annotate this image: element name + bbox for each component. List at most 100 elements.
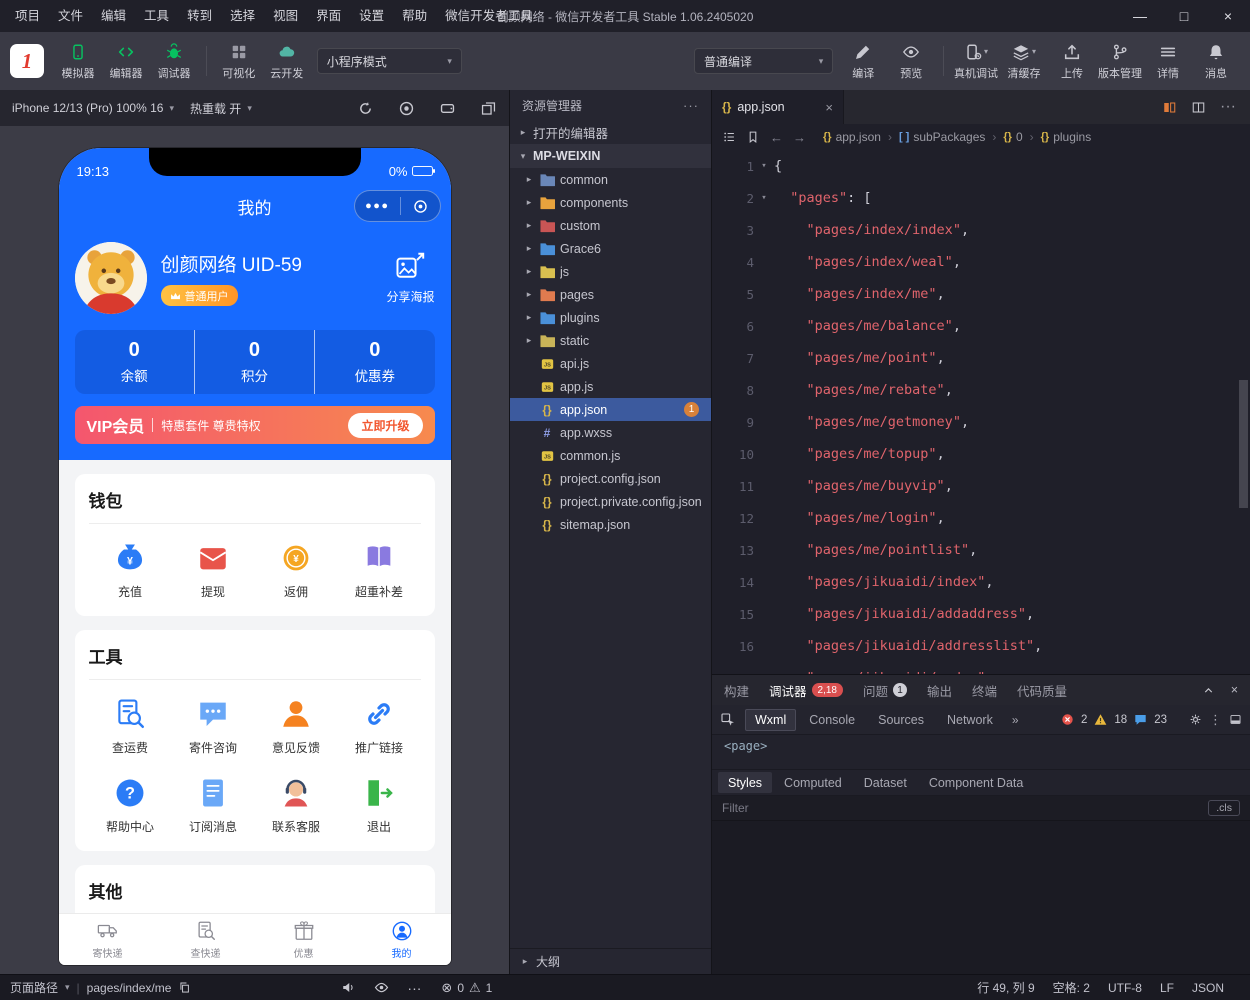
fold-icon[interactable]: ▾ bbox=[754, 193, 774, 203]
inspect-element-icon[interactable] bbox=[720, 712, 736, 728]
tree-item-components[interactable]: ▸components bbox=[510, 191, 711, 214]
tree-item-custom[interactable]: ▸custom bbox=[510, 214, 711, 237]
code-line[interactable]: 15 "pages/jikuaidi/addaddress", bbox=[712, 598, 1250, 630]
tree-item-static[interactable]: ▸static bbox=[510, 329, 711, 352]
code-line[interactable]: 12 "pages/me/login", bbox=[712, 502, 1250, 534]
app-grid-item[interactable]: 推广链接 bbox=[338, 697, 421, 756]
split-editor-icon[interactable] bbox=[1191, 100, 1206, 115]
hot-reload-select[interactable]: 热重载 开▾ bbox=[190, 100, 252, 117]
language-mode[interactable]: JSON bbox=[1192, 981, 1224, 995]
styles-filter-input[interactable] bbox=[722, 801, 1198, 815]
stat-item[interactable]: 0积分 bbox=[194, 330, 314, 394]
styles-tab[interactable]: Styles bbox=[718, 772, 772, 793]
capsule-menu[interactable]: ●●● bbox=[354, 190, 441, 222]
project-root[interactable]: ▾ MP-WEIXIN bbox=[510, 144, 711, 168]
devtools-settings-icon[interactable] bbox=[1189, 713, 1202, 726]
tabbar-item[interactable]: 我的 bbox=[353, 914, 451, 965]
code-line[interactable]: 16 "pages/jikuaidi/addresslist", bbox=[712, 630, 1250, 662]
app-grid-item[interactable]: ¥返佣 bbox=[255, 541, 338, 600]
app-grid-item[interactable]: 查运费 bbox=[89, 697, 172, 756]
menubar-item-3[interactable]: 工具 bbox=[135, 0, 178, 32]
editor-scrollbar[interactable] bbox=[1239, 380, 1248, 508]
fold-icon[interactable]: ▾ bbox=[754, 161, 774, 171]
toolbar-compile-button[interactable]: 编译 bbox=[839, 42, 887, 81]
toolbar-layers-button[interactable]: ▾清缓存 bbox=[1000, 42, 1048, 81]
stat-item[interactable]: 0余额 bbox=[75, 330, 194, 394]
menubar-item-10[interactable]: 微信开发者工具 bbox=[436, 0, 542, 32]
tree-item-sitemap.json[interactable]: {}sitemap.json bbox=[510, 513, 711, 536]
editor-tab-app-json[interactable]: {} app.json × bbox=[712, 90, 844, 124]
explorer-more-icon[interactable]: ··· bbox=[683, 98, 699, 113]
more-tabs-icon[interactable]: » bbox=[1006, 713, 1025, 727]
menubar-item-0[interactable]: 项目 bbox=[6, 0, 49, 32]
breadcrumb-item[interactable]: {}app.json bbox=[823, 130, 881, 144]
problems-summary[interactable]: ⊗ 0 ⚠ 1 bbox=[441, 980, 492, 996]
message-count-icon[interactable] bbox=[1134, 713, 1147, 726]
toolbar-bell-button[interactable]: 消息 bbox=[1192, 42, 1240, 81]
code-line[interactable]: 13 "pages/me/pointlist", bbox=[712, 534, 1250, 566]
app-grid-item[interactable]: 提现 bbox=[172, 541, 255, 600]
app-logo[interactable]: 1 bbox=[10, 44, 44, 78]
outline-list-icon[interactable] bbox=[722, 130, 736, 144]
code-line[interactable]: 11 "pages/me/buyvip", bbox=[712, 470, 1250, 502]
app-grid-item[interactable]: ?帮助中心 bbox=[89, 776, 172, 835]
code-line[interactable]: 4 "pages/index/weal", bbox=[712, 246, 1250, 278]
rotate-device-icon[interactable] bbox=[439, 100, 456, 117]
eol-setting[interactable]: LF bbox=[1160, 981, 1174, 995]
minimize-button[interactable]: — bbox=[1118, 0, 1162, 32]
opened-editors-section[interactable]: ▸ 打开的编辑器 bbox=[510, 120, 711, 144]
back-icon[interactable]: ← bbox=[770, 130, 783, 145]
outline-section[interactable]: ▸ 大纲 bbox=[510, 948, 711, 974]
preview-eye-icon[interactable] bbox=[374, 980, 389, 995]
app-grid-item[interactable]: 寄件咨询 bbox=[172, 697, 255, 756]
copy-path-icon[interactable] bbox=[178, 981, 191, 994]
close-tab-icon[interactable]: × bbox=[825, 100, 833, 115]
toolbar-realdebug-button[interactable]: ▾真机调试 bbox=[952, 42, 1000, 81]
detach-window-icon[interactable] bbox=[480, 100, 497, 117]
cls-toggle-button[interactable]: .cls bbox=[1208, 800, 1240, 816]
tree-item-app.json[interactable]: {}app.json1 bbox=[510, 398, 711, 421]
toolbar-viz-button[interactable]: 可视化 bbox=[215, 42, 263, 81]
menubar-item-8[interactable]: 设置 bbox=[350, 0, 393, 32]
bookmark-icon[interactable] bbox=[746, 130, 760, 144]
panel-tab[interactable]: 问题1 bbox=[863, 681, 907, 700]
devtools-menu-icon[interactable]: ⋮ bbox=[1209, 712, 1222, 728]
breadcrumb-item[interactable]: {}plugins bbox=[1041, 130, 1092, 144]
tree-item-plugins[interactable]: ▸plugins bbox=[510, 306, 711, 329]
menubar-item-4[interactable]: 转到 bbox=[178, 0, 221, 32]
cursor-position[interactable]: 行 49, 列 9 bbox=[977, 979, 1034, 996]
tree-item-common[interactable]: ▸common bbox=[510, 168, 711, 191]
wxml-element[interactable]: <page> bbox=[712, 735, 1250, 769]
toolbar-sim-phone-button[interactable]: 模拟器 bbox=[54, 42, 102, 81]
toolbar-upload-button[interactable]: 上传 bbox=[1048, 42, 1096, 81]
devtools-tab-Wxml[interactable]: Wxml bbox=[745, 709, 796, 731]
editor-more-icon[interactable]: ··· bbox=[1220, 98, 1236, 116]
styles-tab[interactable]: Component Data bbox=[919, 772, 1034, 793]
code-line[interactable]: 9 "pages/me/getmoney", bbox=[712, 406, 1250, 438]
app-grid-item[interactable]: 订阅消息 bbox=[172, 776, 255, 835]
tree-item-project.config.json[interactable]: {}project.config.json bbox=[510, 467, 711, 490]
share-poster-button[interactable]: 分享海报 bbox=[386, 251, 434, 305]
breadcrumb-item[interactable]: [ ]subPackages bbox=[899, 130, 985, 144]
menubar-item-9[interactable]: 帮助 bbox=[393, 0, 436, 32]
toolbar-cloud-button[interactable]: 云开发 bbox=[263, 42, 311, 81]
panel-tab[interactable]: 输出 bbox=[927, 681, 952, 700]
code-line[interactable]: 17 "pages/jikuaidi/order", bbox=[712, 662, 1250, 674]
breadcrumb-item[interactable]: {}0 bbox=[1003, 130, 1022, 144]
styles-tab[interactable]: Computed bbox=[774, 772, 852, 793]
tree-item-api.js[interactable]: JSapi.js bbox=[510, 352, 711, 375]
tree-item-common.js[interactable]: JScommon.js bbox=[510, 444, 711, 467]
compare-icon[interactable] bbox=[1162, 100, 1177, 115]
code-line[interactable]: 3 "pages/index/index", bbox=[712, 214, 1250, 246]
menubar-item-7[interactable]: 界面 bbox=[307, 0, 350, 32]
refresh-icon[interactable] bbox=[357, 100, 374, 117]
stat-item[interactable]: 0优惠券 bbox=[314, 330, 434, 394]
toolbar-lines-button[interactable]: 详情 bbox=[1144, 42, 1192, 81]
app-grid-item[interactable]: 退出 bbox=[338, 776, 421, 835]
panel-tab[interactable]: 调试器2,18 bbox=[769, 681, 843, 700]
code-line[interactable]: 10 "pages/me/topup", bbox=[712, 438, 1250, 470]
close-panel-icon[interactable]: × bbox=[1231, 683, 1238, 697]
devtools-tab-Console[interactable]: Console bbox=[799, 709, 865, 731]
tree-item-project.private.config.json[interactable]: {}project.private.config.json bbox=[510, 490, 711, 513]
app-grid-item[interactable]: 意见反馈 bbox=[255, 697, 338, 756]
